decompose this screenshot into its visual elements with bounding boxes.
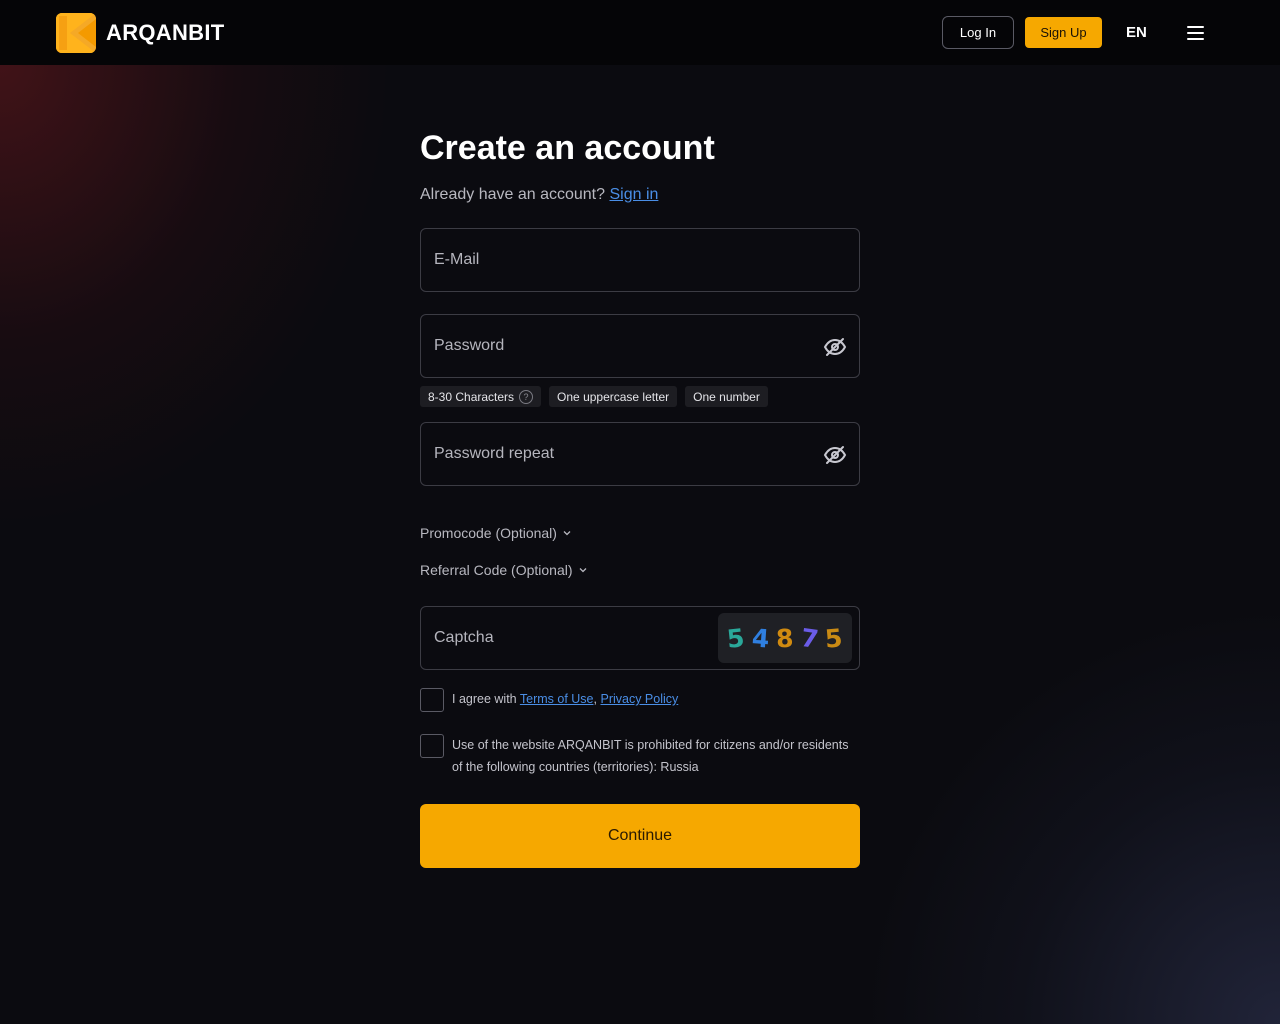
password-repeat-field-box xyxy=(420,422,860,486)
chevron-down-icon xyxy=(579,568,586,573)
captcha-digit: 8 xyxy=(775,623,795,653)
signup-form: Create an account Already have an accoun… xyxy=(420,128,860,868)
page-title: Create an account xyxy=(420,129,715,167)
password-input[interactable] xyxy=(434,337,846,355)
password-requirements: 8-30 Characters ? One uppercase letter O… xyxy=(420,386,768,407)
privacy-policy-link[interactable]: Privacy Policy xyxy=(600,692,678,706)
signup-button[interactable]: Sign Up xyxy=(1025,17,1102,48)
have-account-text: Already have an account? xyxy=(420,186,606,203)
captcha-digit: 5 xyxy=(726,622,747,654)
restriction-text: Use of the website ARQANBIT is prohibite… xyxy=(452,738,849,774)
password-field-box xyxy=(420,314,860,378)
referral-code-toggle[interactable]: Referral Code (Optional) xyxy=(420,562,587,578)
password-repeat-input[interactable] xyxy=(434,445,846,463)
help-icon[interactable]: ? xyxy=(519,389,534,404)
email-input[interactable] xyxy=(434,251,846,269)
login-button[interactable]: Log In xyxy=(942,16,1014,49)
hint-number: One number xyxy=(685,386,768,407)
terms-text: I agree with Terms of Use, Privacy Polic… xyxy=(452,692,679,706)
signin-prompt: Already have an account? Sign in xyxy=(420,186,860,204)
logo-wordmark: ARQANBIT xyxy=(106,20,225,45)
hint-length: 8-30 Characters ? xyxy=(420,386,542,407)
email-field-box xyxy=(420,228,860,292)
captcha-image[interactable]: 5 4 8 7 5 xyxy=(718,613,852,663)
menu-icon[interactable] xyxy=(1187,26,1204,40)
captcha-field-box: 5 4 8 7 5 xyxy=(420,606,860,670)
terms-of-use-link[interactable]: Terms of Use xyxy=(520,692,594,706)
continue-button[interactable]: Continue xyxy=(420,804,860,868)
captcha-input[interactable] xyxy=(434,629,704,647)
terms-agreement-row: I agree with Terms of Use, Privacy Polic… xyxy=(420,688,678,712)
promocode-toggle[interactable]: Promocode (Optional) xyxy=(420,525,571,541)
captcha-digit: 5 xyxy=(823,622,844,654)
captcha-digit: 7 xyxy=(798,622,820,654)
terms-checkbox[interactable] xyxy=(420,688,444,712)
eye-off-icon[interactable] xyxy=(823,335,847,359)
brand-logo[interactable]: ARQANBIT xyxy=(56,13,225,53)
chevron-down-icon xyxy=(563,531,571,536)
captcha-digit: 4 xyxy=(750,622,771,654)
logo-icon xyxy=(56,13,96,53)
restriction-row: Use of the website ARQANBIT is prohibite… xyxy=(420,734,860,778)
eye-off-icon[interactable] xyxy=(823,443,847,467)
hint-uppercase: One uppercase letter xyxy=(549,386,678,407)
sign-in-link[interactable]: Sign in xyxy=(609,186,658,203)
language-selector[interactable]: EN xyxy=(1126,24,1147,41)
top-navbar: ARQANBIT Log In Sign Up EN xyxy=(0,0,1280,65)
restriction-checkbox[interactable] xyxy=(420,734,444,758)
